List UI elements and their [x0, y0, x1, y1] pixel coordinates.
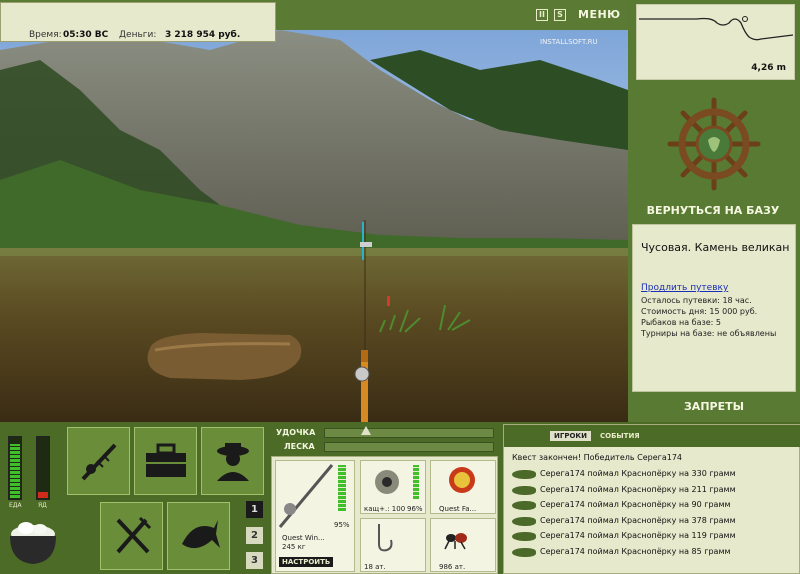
catch-text: Серега174 поймал Краснопёрку на 330 грам…: [540, 469, 736, 478]
food-meter-fill: [10, 444, 20, 498]
line-spool-icon: [449, 467, 475, 493]
reel-condition-meter: [413, 465, 419, 499]
poison-label: ЯД: [38, 502, 47, 509]
rods-button[interactable]: [67, 427, 130, 495]
lake-scenery: [0, 30, 628, 422]
fish-icon: [512, 470, 536, 479]
ant-bait-icon: [444, 533, 467, 550]
fisherman-button[interactable]: [201, 427, 264, 495]
reel-percent: 96%: [407, 505, 423, 513]
rod-name: Quest Win...: [282, 534, 325, 542]
top-controls: II S МЕНЮ: [532, 6, 624, 26]
tackle-panel: 95% Quest Win... 245 кг НАСТРОИТЬ кащ+.:…: [271, 456, 498, 574]
catch-text: Серега174 поймал Краснопёрку на 378 грам…: [540, 515, 736, 525]
rod-slot[interactable]: 95% Quest Win... 245 кг НАСТРОИТЬ: [275, 460, 355, 572]
rod-percent: 95%: [334, 521, 350, 529]
tackle-box-button[interactable]: [134, 427, 197, 495]
hook-slot[interactable]: 18 ат.: [360, 518, 426, 572]
chat-catch-row: Серега174 поймал Краснопёрку на 211 грам…: [508, 483, 794, 497]
slot-2-button[interactable]: 2: [246, 527, 263, 544]
knife-fork-icon: [115, 516, 151, 554]
line-tension-label: ЛЕСКА: [284, 442, 315, 451]
catch-text: Серега174 поймал Краснопёрку на 90 грамм: [540, 500, 731, 510]
sound-button[interactable]: S: [554, 9, 566, 21]
rod-tension-bar: [324, 426, 494, 438]
line-name: Quest Fa...: [439, 505, 477, 513]
food-button[interactable]: [100, 502, 163, 570]
extend-permit-link[interactable]: Продлить путевку: [641, 283, 728, 293]
depth-value: 4,26 m: [751, 63, 786, 73]
money-label: Деньги:: [119, 30, 157, 40]
return-to-base-button[interactable]: ВЕРНУТЬСЯ НА БАЗУ: [630, 204, 796, 217]
line-slot[interactable]: Quest Fa...: [430, 460, 496, 514]
permit-remaining: Осталось путевки: 18 час.: [641, 296, 752, 305]
hook-count: 18 ат.: [364, 563, 386, 571]
time-value: 05:30 ВС: [63, 30, 109, 40]
chat-catch-row: Серега174 поймал Краснопёрку на 85 грамм: [508, 545, 794, 559]
fish-icon: [512, 548, 536, 557]
chat-tabs: ИГРОКИ СОБЫТИЯ: [504, 425, 800, 447]
catch-text: Серега174 поймал Краснопёрку на 85 грамм: [540, 547, 731, 556]
reel-icon: [375, 470, 399, 494]
watermark-text: INSTALLSOFT.RU: [540, 38, 598, 46]
bait-count: 986 ат.: [439, 563, 466, 571]
line-tension-bar: [324, 442, 494, 452]
slot-3-button[interactable]: 3: [246, 552, 263, 569]
fish-icon: [181, 520, 220, 549]
depth-profile-graph: [639, 16, 794, 41]
poison-meter: [36, 436, 50, 500]
pause-button[interactable]: II: [536, 9, 548, 21]
slot-1-button[interactable]: 1: [246, 501, 263, 518]
configure-button[interactable]: НАСТРОИТЬ: [279, 557, 334, 567]
location-info: Чусовая. Камень великан Продлить путевку…: [632, 224, 796, 392]
tab-players[interactable]: ИГРОКИ: [550, 431, 591, 441]
chat-catch-row: Серега174 поймал Краснопёрку на 378 грам…: [508, 514, 794, 528]
catch-button[interactable]: [167, 502, 230, 570]
poison-meter-fill: [38, 492, 48, 498]
fish-icon: [512, 516, 536, 526]
food-meter: [8, 436, 22, 500]
fish-icon: [512, 501, 536, 511]
tab-events[interactable]: СОБЫТИЯ: [600, 432, 640, 440]
bait-slot[interactable]: 986 ат.: [430, 518, 496, 572]
reel-slot[interactable]: кащ+.: 100 96%: [360, 460, 426, 514]
fish-icon: [512, 532, 536, 542]
day-cost: Стоимость дня: 15 000 руб.: [641, 307, 758, 316]
rod-tension-label: УДОЧКА: [276, 428, 316, 437]
chat-panel: ИГРОКИ СОБЫТИЯ Квест закончен! Победител…: [503, 424, 800, 574]
time-label: Время:: [29, 30, 62, 40]
chat-catch-row: Серега174 поймал Краснопёрку на 330 грам…: [508, 467, 794, 481]
fish-icon: [512, 485, 536, 495]
hook-icon: [378, 524, 393, 552]
catch-text: Серега174 поймал Краснопёрку на 211 грам…: [540, 484, 736, 494]
tackle-box-icon: [145, 443, 186, 477]
ship-wheel-icon[interactable]: [666, 96, 762, 192]
tension-marker-icon: [361, 426, 371, 435]
reel-name: кащ+.: 100: [364, 505, 406, 513]
pot-icon[interactable]: [6, 518, 60, 568]
chat-catch-row: Серега174 поймал Краснопёрку на 90 грамм: [508, 498, 794, 512]
menu-button[interactable]: МЕНЮ: [578, 8, 621, 21]
location-name: Чусовая. Камень великан: [641, 241, 790, 254]
rod-thumbnail-icon: [278, 464, 334, 528]
fishers-count: Рыбаков на базе: 5: [641, 318, 721, 327]
money-value: 3 218 954 руб.: [165, 30, 241, 40]
rod-capacity: 245 кг: [282, 543, 306, 551]
bans-button[interactable]: ЗАПРЕТЫ: [632, 400, 796, 413]
depth-gauge: 4,26 m: [636, 4, 795, 80]
quest-message: Квест закончен! Победитель Серега174: [512, 453, 682, 462]
chat-catch-row: Серега174 поймал Краснопёрку на 119 грам…: [508, 529, 794, 543]
catch-text: Серега174 поймал Краснопёрку на 119 грам…: [540, 531, 736, 541]
hud-info-box: Время: 05:30 ВС Деньги: 3 218 954 руб.: [0, 2, 276, 42]
rod-icon: [81, 443, 116, 481]
food-label: ЕДА: [9, 502, 22, 509]
tournaments-info: Турниры на базе: не объявлены: [641, 329, 777, 338]
rod-condition-meter: [338, 465, 346, 511]
fisherman-icon: [216, 443, 249, 481]
fishing-scene[interactable]: [0, 30, 628, 422]
